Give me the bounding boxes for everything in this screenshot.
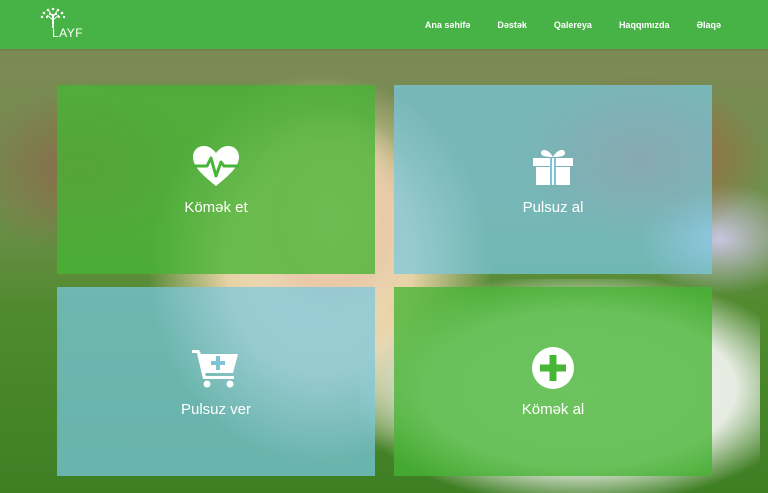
tree-icon <box>40 7 66 28</box>
tile-help[interactable]: Kömək et <box>57 85 375 274</box>
nav-item-about[interactable]: Haqqımızda <box>619 20 670 30</box>
tile-help-label: Kömək et <box>184 199 248 216</box>
cart-plus-icon <box>190 345 242 391</box>
heart-pulse-icon <box>190 143 242 189</box>
tile-give-free-label: Pulsuz ver <box>180 401 252 418</box>
gift-icon <box>527 143 579 189</box>
brand-name: LAYF <box>52 26 84 40</box>
tile-get-free-label: Pulsuz al <box>522 199 584 216</box>
plus-circle-icon <box>527 345 579 391</box>
tile-get-help[interactable]: Kömək al <box>394 287 712 476</box>
nav-item-support[interactable]: Dəstək <box>497 20 527 30</box>
logo[interactable]: LAYF <box>36 6 92 40</box>
tile-get-free[interactable]: Pulsuz al <box>394 85 712 274</box>
nav-item-home[interactable]: Ana səhifə <box>425 20 471 30</box>
site-header: LAYF Ana səhifə Dəstək Qalereya Haqqımız… <box>0 0 768 49</box>
nav-item-gallery[interactable]: Qalereya <box>554 20 592 30</box>
tile-get-help-label: Kömək al <box>521 401 585 418</box>
nav-item-contact[interactable]: Əlaqə <box>696 20 721 30</box>
main-nav: Ana səhifə Dəstək Qalereya Haqqımızda Əl… <box>425 0 768 49</box>
tile-give-free[interactable]: Pulsuz ver <box>57 287 375 476</box>
